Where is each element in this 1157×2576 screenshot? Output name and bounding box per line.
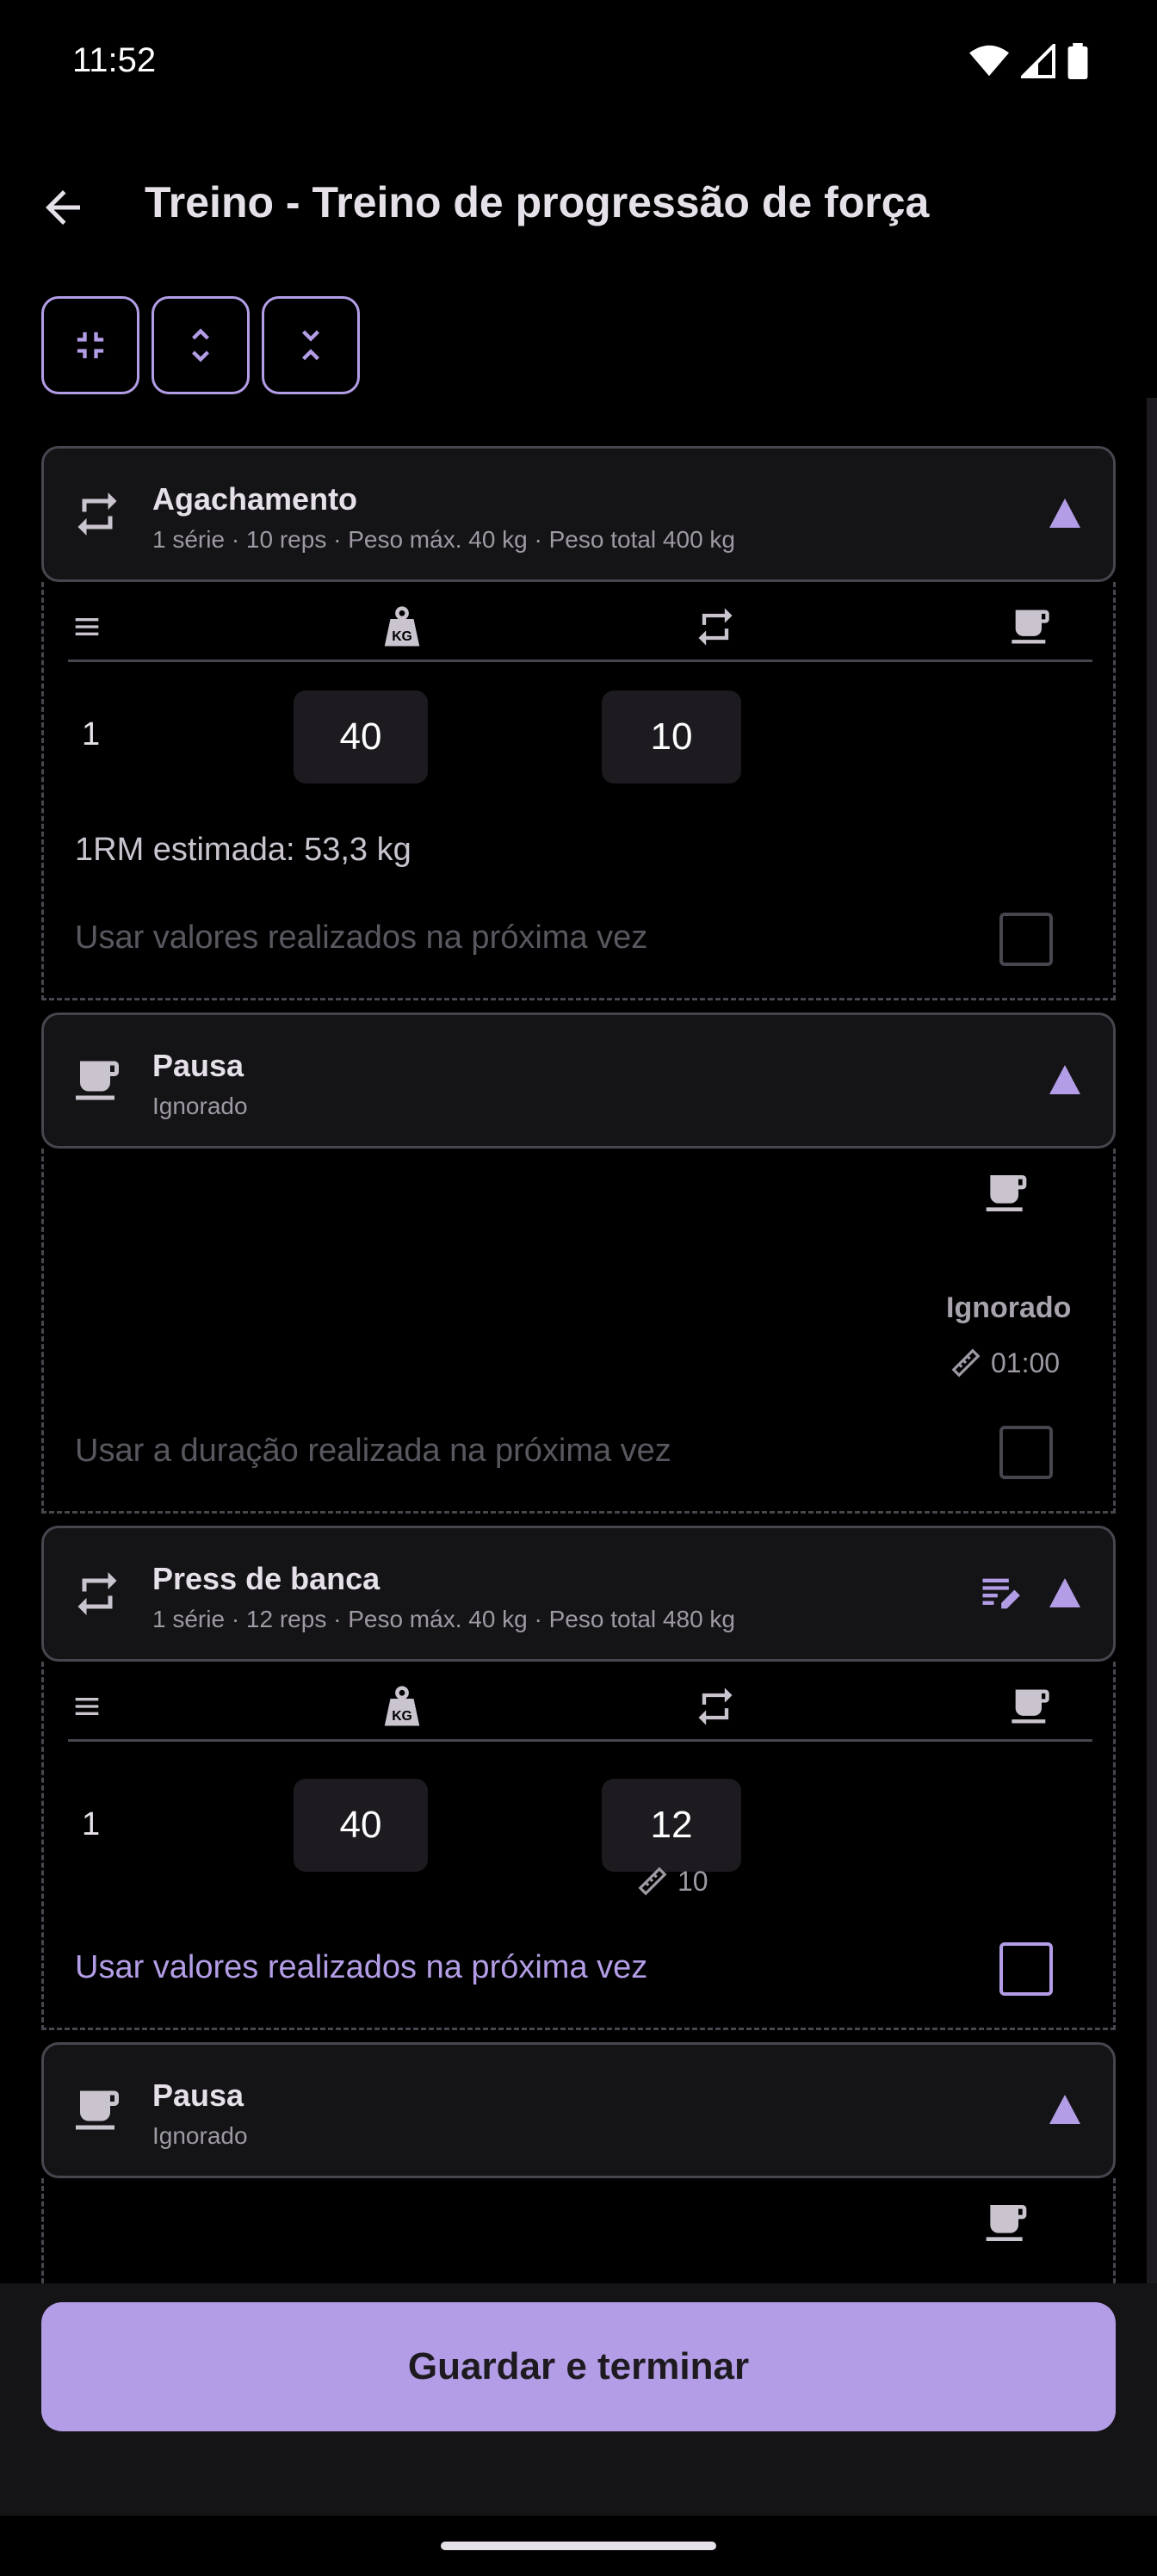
toolbar	[41, 296, 360, 394]
set-number-icon	[63, 603, 111, 651]
rest-summary: Ignorado	[152, 1093, 248, 1119]
collapse-all-button[interactable]	[41, 296, 139, 394]
rest-coffee-icon	[986, 2205, 1027, 2241]
rest-coffee-icon	[986, 1175, 1027, 1211]
navigation-bar	[0, 2516, 1157, 2576]
rest-body-pausa-2	[41, 2178, 1116, 2299]
exercise-body-agachamento: KG 1 40 10 1RM estimada: 53,3 kg Usar va…	[41, 582, 1116, 1000]
weight-kg-icon: KG	[378, 603, 426, 651]
rest-header-pausa-2[interactable]: Pausa Ignorado	[41, 2042, 1116, 2178]
expand-icon	[192, 328, 209, 362]
top-app-bar: Treino - Treino de progressão de força	[0, 146, 1157, 258]
rest-status: Ignorado	[946, 1291, 1072, 1324]
exercise-summary: 1 série · 10 reps · Peso máx. 40 kg · Pe…	[152, 526, 736, 553]
weight-input[interactable]: 40	[294, 1779, 428, 1872]
wifi-icon	[969, 45, 1009, 77]
bottom-bar: Guardar e terminar	[0, 2283, 1157, 2516]
exercise-title: Agachamento	[152, 481, 358, 517]
set-number: 1	[82, 716, 101, 752]
expand-button[interactable]	[152, 296, 250, 394]
rest-duration-value: 01:00	[991, 1347, 1061, 1378]
column-headers: KG	[68, 591, 1092, 662]
coffee-icon	[76, 2090, 119, 2130]
reps-repeat-icon	[691, 603, 739, 651]
coffee-icon	[76, 1061, 119, 1100]
rest-title: Pausa	[152, 1048, 244, 1083]
rest-summary: Ignorado	[152, 2122, 248, 2149]
estimated-1rm: 1RM estimada: 53,3 kg	[75, 832, 411, 868]
rest-body-pausa: Ignorado 01:00 Usar a duração realizada …	[41, 1149, 1116, 1514]
use-done-values-checkbox[interactable]	[999, 1942, 1053, 1996]
use-done-duration-checkbox[interactable]	[999, 1426, 1053, 1479]
exercise-body-press-de-banca: KG 1 40 12 10 Usar valores realizados na…	[41, 1662, 1116, 2030]
expand-less-icon[interactable]	[1049, 1065, 1080, 1094]
page-title: Treino - Treino de progressão de força	[145, 178, 930, 226]
rest-header-pausa[interactable]: Pausa Ignorado	[41, 1012, 1116, 1149]
svg-text:KG: KG	[392, 629, 412, 644]
reps-input[interactable]: 12	[602, 1779, 741, 1872]
weight-input[interactable]: 40	[294, 690, 428, 783]
use-done-values-label: Usar valores realizados na próxima vez	[75, 920, 648, 956]
set-number: 1	[82, 1806, 101, 1842]
use-done-duration-label: Usar a duração realizada na próxima vez	[75, 1433, 671, 1469]
ruler-icon	[638, 1867, 667, 1896]
status-bar: 11:52	[0, 0, 1157, 129]
scrollbar[interactable]	[1147, 398, 1157, 2283]
battery-icon	[1067, 43, 1088, 79]
rest-coffee-icon	[1006, 1682, 1055, 1731]
expand-less-icon[interactable]	[1049, 498, 1080, 528]
previous-reps: 10	[636, 1865, 708, 1898]
edit-note-icon[interactable]	[977, 1571, 1022, 1616]
column-headers: KG	[68, 1670, 1092, 1742]
expand-less-icon[interactable]	[1049, 2095, 1080, 2124]
reps-input[interactable]: 10	[602, 690, 741, 783]
expand-less-icon[interactable]	[1049, 1578, 1080, 1607]
use-done-values-label: Usar valores realizados na próxima vez	[75, 1949, 648, 1985]
ruler-icon	[951, 1348, 981, 1378]
repeat-icon	[77, 1572, 117, 1615]
reps-repeat-icon	[691, 1682, 739, 1731]
rest-coffee-icon	[1006, 603, 1055, 651]
exercise-header-agachamento[interactable]: Agachamento 1 série · 10 reps · Peso máx…	[41, 446, 1116, 582]
svg-text:KG: KG	[392, 1709, 412, 1724]
collapse-button[interactable]	[262, 296, 360, 394]
save-and-finish-button[interactable]: Guardar e terminar	[41, 2302, 1116, 2431]
status-icons	[969, 43, 1088, 79]
previous-reps-value: 10	[677, 1865, 708, 1897]
status-time: 11:52	[72, 41, 157, 79]
use-done-values-checkbox[interactable]	[999, 913, 1053, 966]
home-indicator[interactable]	[441, 2542, 716, 2550]
exercise-header-press-de-banca[interactable]: Press de banca 1 série · 12 reps · Peso …	[41, 1526, 1116, 1662]
rest-title: Pausa	[152, 2078, 244, 2113]
rest-duration: 01:00	[950, 1347, 1060, 1379]
arrow-back-icon	[46, 190, 80, 225]
back-button[interactable]	[26, 170, 100, 245]
collapse-all-icon	[77, 331, 104, 359]
signal-icon	[1021, 44, 1055, 78]
weight-kg-icon: KG	[378, 1682, 426, 1731]
exercise-title: Press de banca	[152, 1561, 381, 1596]
exercise-summary: 1 série · 12 reps · Peso máx. 40 kg · Pe…	[152, 1606, 736, 1632]
collapse-icon	[302, 330, 319, 361]
repeat-icon	[77, 492, 117, 536]
set-number-icon	[63, 1682, 111, 1731]
